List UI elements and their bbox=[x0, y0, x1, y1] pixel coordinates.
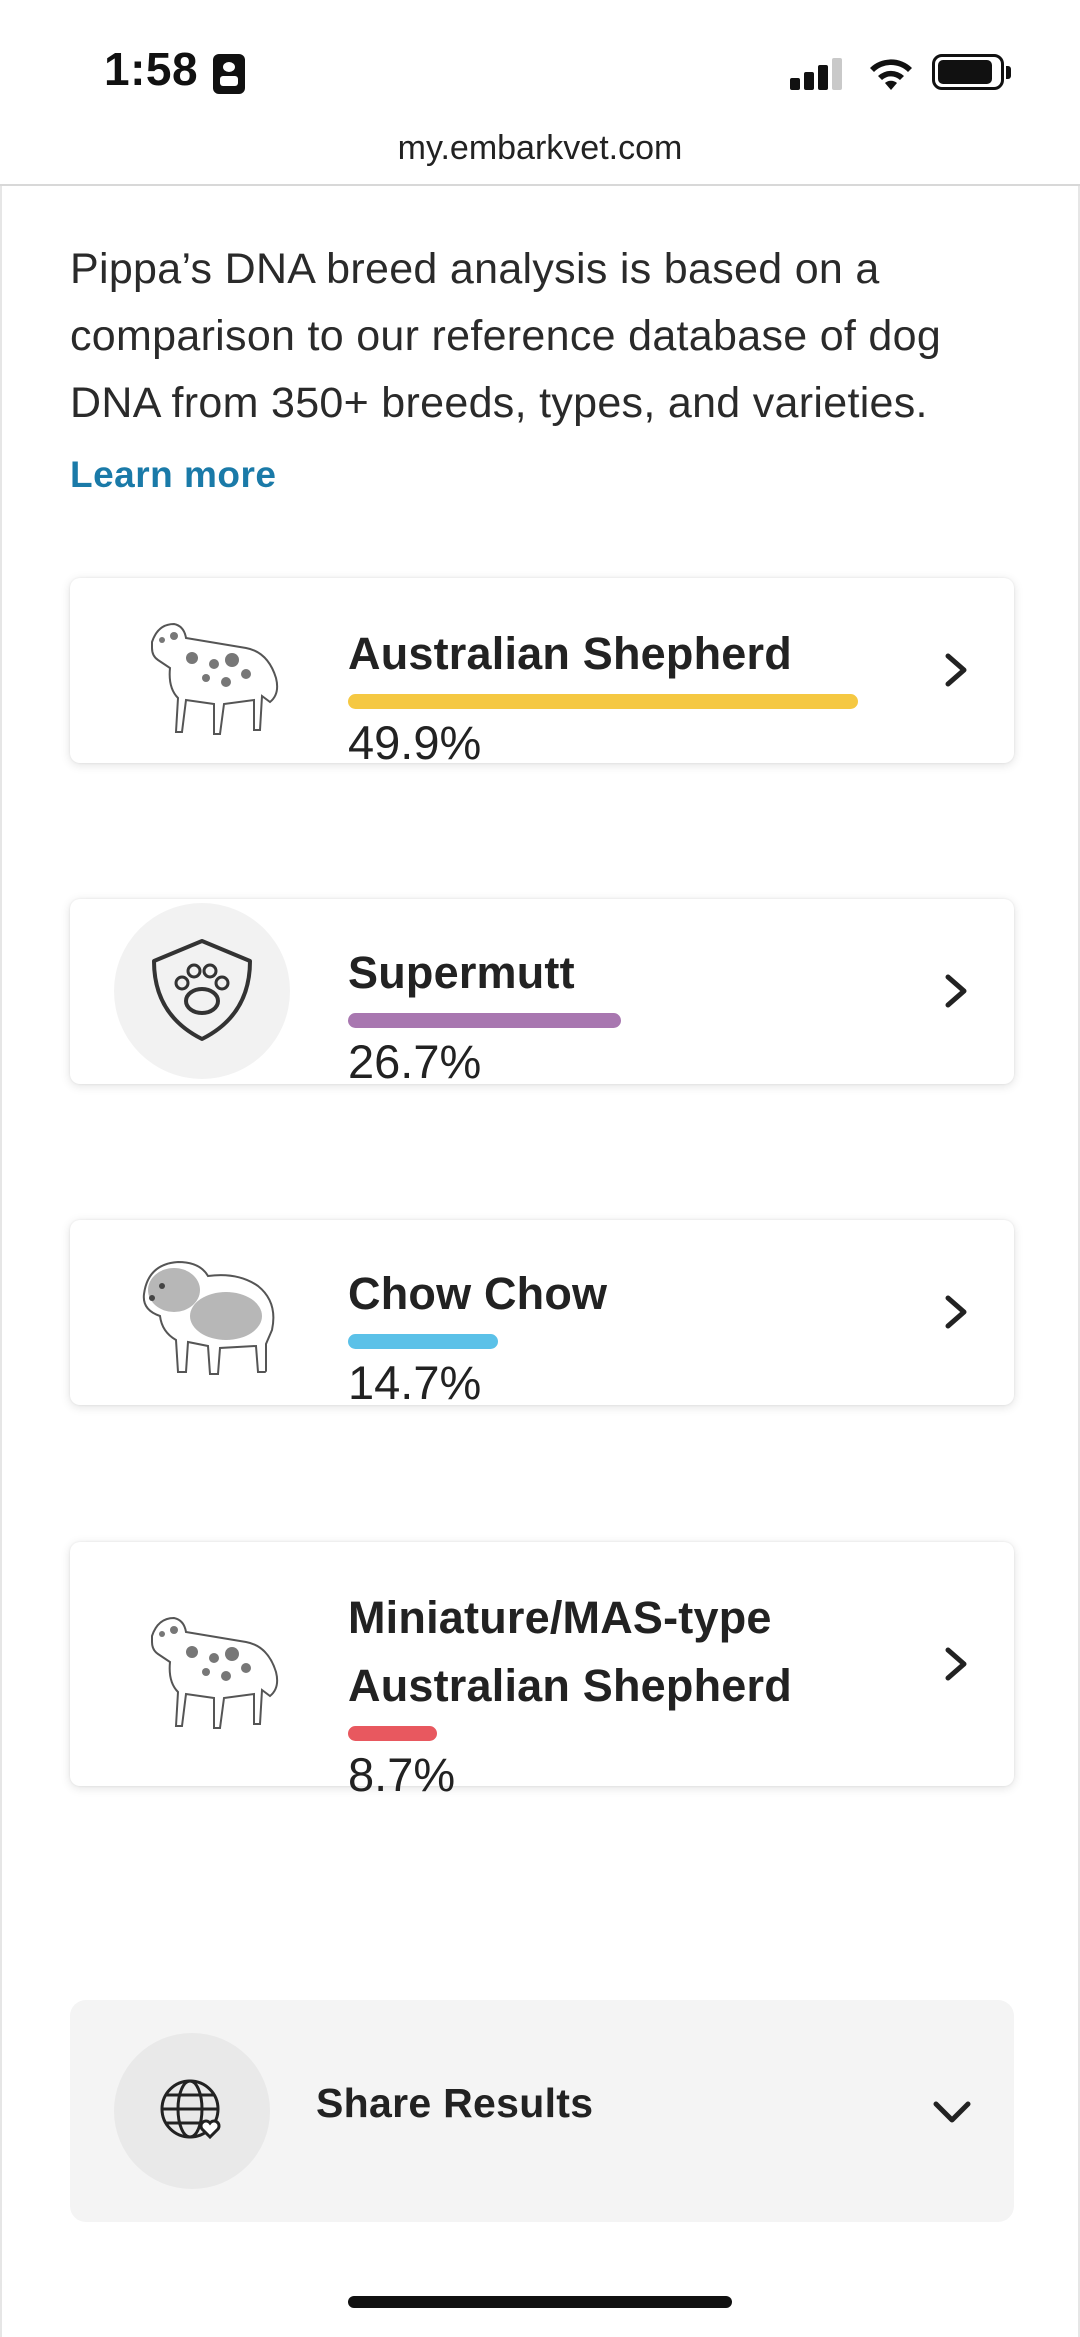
battery-icon bbox=[932, 54, 1011, 90]
australian-shepherd-illustration bbox=[151, 622, 279, 735]
breed-info: Australian Shepherd 49.9% bbox=[348, 620, 908, 775]
contact-card-icon bbox=[213, 54, 245, 94]
breed-name-line-2: Australian Shepherd bbox=[348, 1660, 792, 1711]
chevron-right-icon bbox=[945, 974, 967, 1008]
breed-card-chow-chow[interactable]: Chow Chow 14.7% bbox=[70, 1220, 1014, 1409]
breed-percentage: 49.9% bbox=[348, 716, 482, 769]
breed-percentage-bar bbox=[348, 1726, 437, 1741]
breed-name-line-1: Miniature/MAS-type bbox=[348, 1592, 772, 1643]
breed-card-miniature-australian-shepherd[interactable]: Miniature/MAS-type Australian Shepherd 8… bbox=[70, 1542, 1014, 1801]
intro-text: Pippa’s DNA breed analysis is based on a… bbox=[70, 245, 942, 427]
breed-name: Chow Chow bbox=[348, 1268, 608, 1319]
learn-more-link[interactable]: Learn more bbox=[70, 454, 277, 496]
chevron-down-icon bbox=[933, 2101, 971, 2123]
breed-percentage-bar bbox=[348, 694, 858, 709]
breed-percentage: 8.7% bbox=[348, 1748, 456, 1801]
breed-percentage: 26.7% bbox=[348, 1035, 482, 1088]
chevron-right-icon bbox=[945, 1647, 967, 1681]
chow-chow-illustration bbox=[142, 1260, 275, 1375]
breed-info: Supermutt 26.7% bbox=[348, 939, 908, 1094]
chevron-right-icon bbox=[945, 1295, 967, 1329]
breed-percentage-bar bbox=[348, 1013, 621, 1028]
cellular-signal-icon bbox=[790, 58, 846, 90]
breed-info: Chow Chow 14.7% bbox=[348, 1260, 908, 1415]
breed-card-supermutt[interactable]: Supermutt 26.7% bbox=[70, 899, 1014, 1088]
status-time: 1:58 bbox=[104, 43, 199, 95]
chevron-right-icon bbox=[945, 653, 967, 687]
breed-name: Australian Shepherd bbox=[348, 628, 792, 679]
breed-percentage: 14.7% bbox=[348, 1356, 482, 1409]
paw-shield-icon bbox=[152, 939, 252, 1041]
status-bar: 1:58 bbox=[0, 0, 1080, 130]
wifi-icon bbox=[870, 59, 912, 90]
breed-name: Supermutt bbox=[348, 947, 575, 998]
globe-heart-icon bbox=[160, 2079, 221, 2140]
share-results-label: Share Results bbox=[316, 2080, 594, 2126]
breed-card-australian-shepherd[interactable]: Australian Shepherd 49.9% bbox=[70, 578, 1014, 769]
page-content: Pippa’s DNA breed analysis is based on a… bbox=[0, 186, 1080, 2337]
address-bar[interactable]: my.embarkvet.com bbox=[0, 120, 1080, 186]
australian-shepherd-illustration bbox=[151, 1616, 279, 1729]
url-text: my.embarkvet.com bbox=[397, 129, 683, 167]
share-icon-circle bbox=[114, 2033, 270, 2189]
share-results-accordion[interactable]: Share Results bbox=[70, 2000, 1014, 2222]
home-indicator[interactable] bbox=[348, 2296, 732, 2308]
supermutt-avatar bbox=[114, 903, 290, 1079]
breed-percentage-bar bbox=[348, 1334, 498, 1349]
breed-info: Miniature/MAS-type Australian Shepherd 8… bbox=[348, 1584, 908, 1807]
